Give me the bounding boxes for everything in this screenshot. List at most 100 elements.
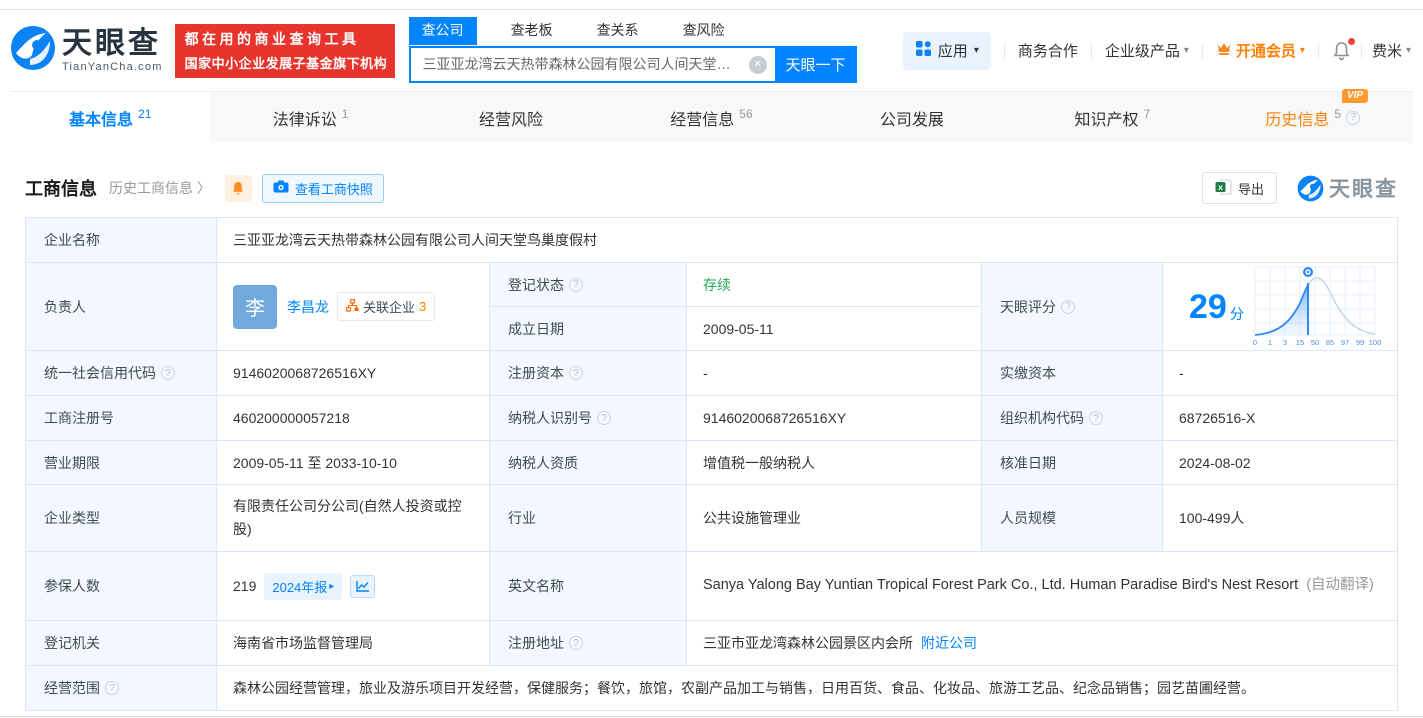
legal-rep-name-link[interactable]: 李昌龙 (287, 297, 329, 317)
menu-separator (1091, 43, 1092, 59)
tab-company-development[interactable]: 公司发展 (812, 92, 1012, 143)
annual-report-badge[interactable]: 2024年报 ▸ (264, 573, 342, 600)
field-label-company-type: 企业类型 (26, 485, 216, 551)
menu-separator (1202, 43, 1203, 59)
field-label-english-name: 英文名称 (490, 552, 686, 620)
field-value-taxpayer-quality: 增值税一般纳税人 (687, 441, 981, 484)
user-menu[interactable]: 费米 ▾ (1372, 40, 1411, 61)
field-label-reg-capital: 注册资本 ? (490, 351, 686, 395)
tab-basic-info[interactable]: 基本信息 21 (10, 92, 210, 143)
help-icon[interactable]: ? (105, 681, 119, 695)
score-value: 29 (1189, 290, 1227, 324)
main-nav: 基本信息 21 法律诉讼 1 经营风险 经营信息 56 公司发展 知识产权 7 … (10, 91, 1413, 143)
search-tab-boss[interactable]: 查老板 (501, 17, 563, 45)
related-companies-count: 3 (419, 299, 426, 314)
search-tab-risk[interactable]: 查风险 (673, 17, 735, 45)
tab-operation-info[interactable]: 经营信息 56 (611, 92, 811, 143)
menu-cooperation[interactable]: 商务合作 (1018, 40, 1078, 61)
watermark-logo-icon (1297, 175, 1324, 202)
menu-enterprise[interactable]: 企业级产品 ▾ (1105, 40, 1189, 61)
tianyancha-logo-icon (10, 25, 56, 76)
tab-count: 56 (739, 107, 752, 121)
tab-history-info[interactable]: 历史信息 5 ? VIP (1213, 92, 1413, 143)
related-companies-label: 关联企业 (363, 297, 415, 316)
vip-label: 开通会员 (1236, 40, 1296, 61)
tab-count: 1 (342, 107, 349, 121)
clear-search-icon[interactable]: ✕ (749, 56, 767, 74)
auto-translate-note: (自动翻译) (1306, 577, 1374, 593)
tab-count: 21 (138, 107, 151, 121)
tab-label: 法律诉讼 (273, 106, 337, 130)
field-label-business-term: 营业期限 (26, 441, 216, 484)
field-label-approval-date: 核准日期 (982, 441, 1162, 484)
site-header: 天眼查 TianYanCha.com 都在用的商业查询工具 国家中小企业发展子基… (0, 10, 1423, 91)
reg-capital-label: 注册资本 (508, 363, 564, 383)
excel-icon: x (1215, 179, 1232, 198)
tab-operation-risk[interactable]: 经营风险 (411, 92, 611, 143)
tab-label: 公司发展 (880, 106, 944, 130)
history-business-info-link[interactable]: 历史工商信息 〉 (109, 178, 211, 198)
insured-count-number: 219 (233, 578, 256, 594)
field-value-establish-date: 2009-05-11 (687, 307, 981, 350)
help-icon[interactable]: ? (1089, 411, 1103, 425)
score-label: 天眼评分 (1000, 297, 1056, 317)
field-label-org-code: 组织机构代码 ? (982, 396, 1162, 440)
apps-grid-icon (915, 40, 932, 62)
svg-text:0: 0 (1253, 338, 1257, 347)
field-label-legal-rep: 负责人 (26, 263, 216, 350)
search-tab-relation[interactable]: 查关系 (587, 17, 649, 45)
tab-label: 基本信息 (69, 106, 133, 130)
svg-text:1: 1 (1268, 338, 1272, 347)
search-button[interactable]: 天眼一下 (775, 46, 857, 83)
monitor-bell-button[interactable] (225, 175, 252, 202)
help-icon[interactable]: ? (569, 636, 583, 650)
field-label-reg-address: 注册地址 ? (490, 621, 686, 665)
help-icon[interactable]: ? (569, 366, 583, 380)
help-icon[interactable]: ? (597, 411, 611, 425)
field-label-business-scope: 经营范围 ? (26, 666, 216, 710)
trend-chart-button[interactable] (350, 575, 375, 598)
help-icon[interactable]: ? (1061, 300, 1075, 314)
tianyancha-watermark: 天眼查 (1297, 173, 1398, 203)
field-label-staff-size: 人员规模 (982, 485, 1162, 551)
help-icon[interactable]: ? (1346, 111, 1360, 125)
site-logo[interactable]: 天眼查 TianYanCha.com (10, 25, 163, 76)
top-gap (0, 0, 1423, 9)
reg-address-label: 注册地址 (508, 633, 564, 653)
notification-bell-icon[interactable] (1332, 41, 1351, 61)
menu-vip[interactable]: 开通会员 ▾ (1216, 40, 1305, 61)
help-icon[interactable]: ? (569, 278, 583, 292)
enterprise-caret-icon: ▾ (1184, 45, 1189, 56)
section-actions: x 导出 天眼查 (1202, 172, 1398, 204)
related-companies-badge[interactable]: 关联企业 3 (337, 292, 435, 321)
taxpayer-id-label: 纳税人识别号 (508, 408, 592, 428)
tab-label: 历史信息 (1265, 106, 1329, 130)
history-link-label: 历史工商信息 (109, 180, 193, 196)
tab-count: 7 (1143, 107, 1150, 121)
section-header: 工商信息 历史工商信息 〉 (25, 172, 1398, 204)
field-value-english-name: Sanya Yalong Bay Yuntian Tropical Forest… (687, 552, 1397, 620)
nearby-companies-link[interactable]: 附近公司 (921, 633, 977, 653)
field-value-reg-address: 三亚市亚龙湾森林公园景区内会所 附近公司 (687, 621, 1397, 665)
field-value-company-name: 三亚亚龙湾云天热带森林公园有限公司人间天堂鸟巢度假村 (217, 218, 1397, 262)
svg-text:85: 85 (1326, 338, 1334, 347)
tab-intellectual-property[interactable]: 知识产权 7 (1012, 92, 1212, 143)
user-name: 费米 (1372, 40, 1402, 61)
export-button[interactable]: x 导出 (1202, 172, 1277, 204)
search-input[interactable] (409, 46, 775, 83)
tab-legal[interactable]: 法律诉讼 1 (210, 92, 410, 143)
score-distribution-chart: 0 1 3 15 50 85 97 99 100 (1249, 263, 1381, 350)
bottom-divider (0, 716, 1423, 717)
field-value-taxpayer-id: 9146020068726516XY (687, 396, 981, 440)
field-label-credit-code: 统一社会信用代码 ? (26, 351, 216, 395)
chevron-right-icon: 〉 (197, 180, 211, 196)
help-icon[interactable]: ? (161, 366, 175, 380)
field-label-taxpayer-id: 纳税人识别号 ? (490, 396, 686, 440)
tab-label: 经营风险 (479, 106, 543, 130)
apps-menu[interactable]: 应用 ▾ (903, 32, 991, 70)
search-tab-company[interactable]: 查公司 (409, 17, 477, 45)
field-value-reg-status: 存续 (687, 263, 981, 306)
org-code-label: 组织机构代码 (1000, 408, 1084, 428)
view-snapshot-button[interactable]: 查看工商快照 (262, 174, 384, 203)
reg-address-text: 三亚市亚龙湾森林公园景区内会所 (703, 633, 913, 653)
